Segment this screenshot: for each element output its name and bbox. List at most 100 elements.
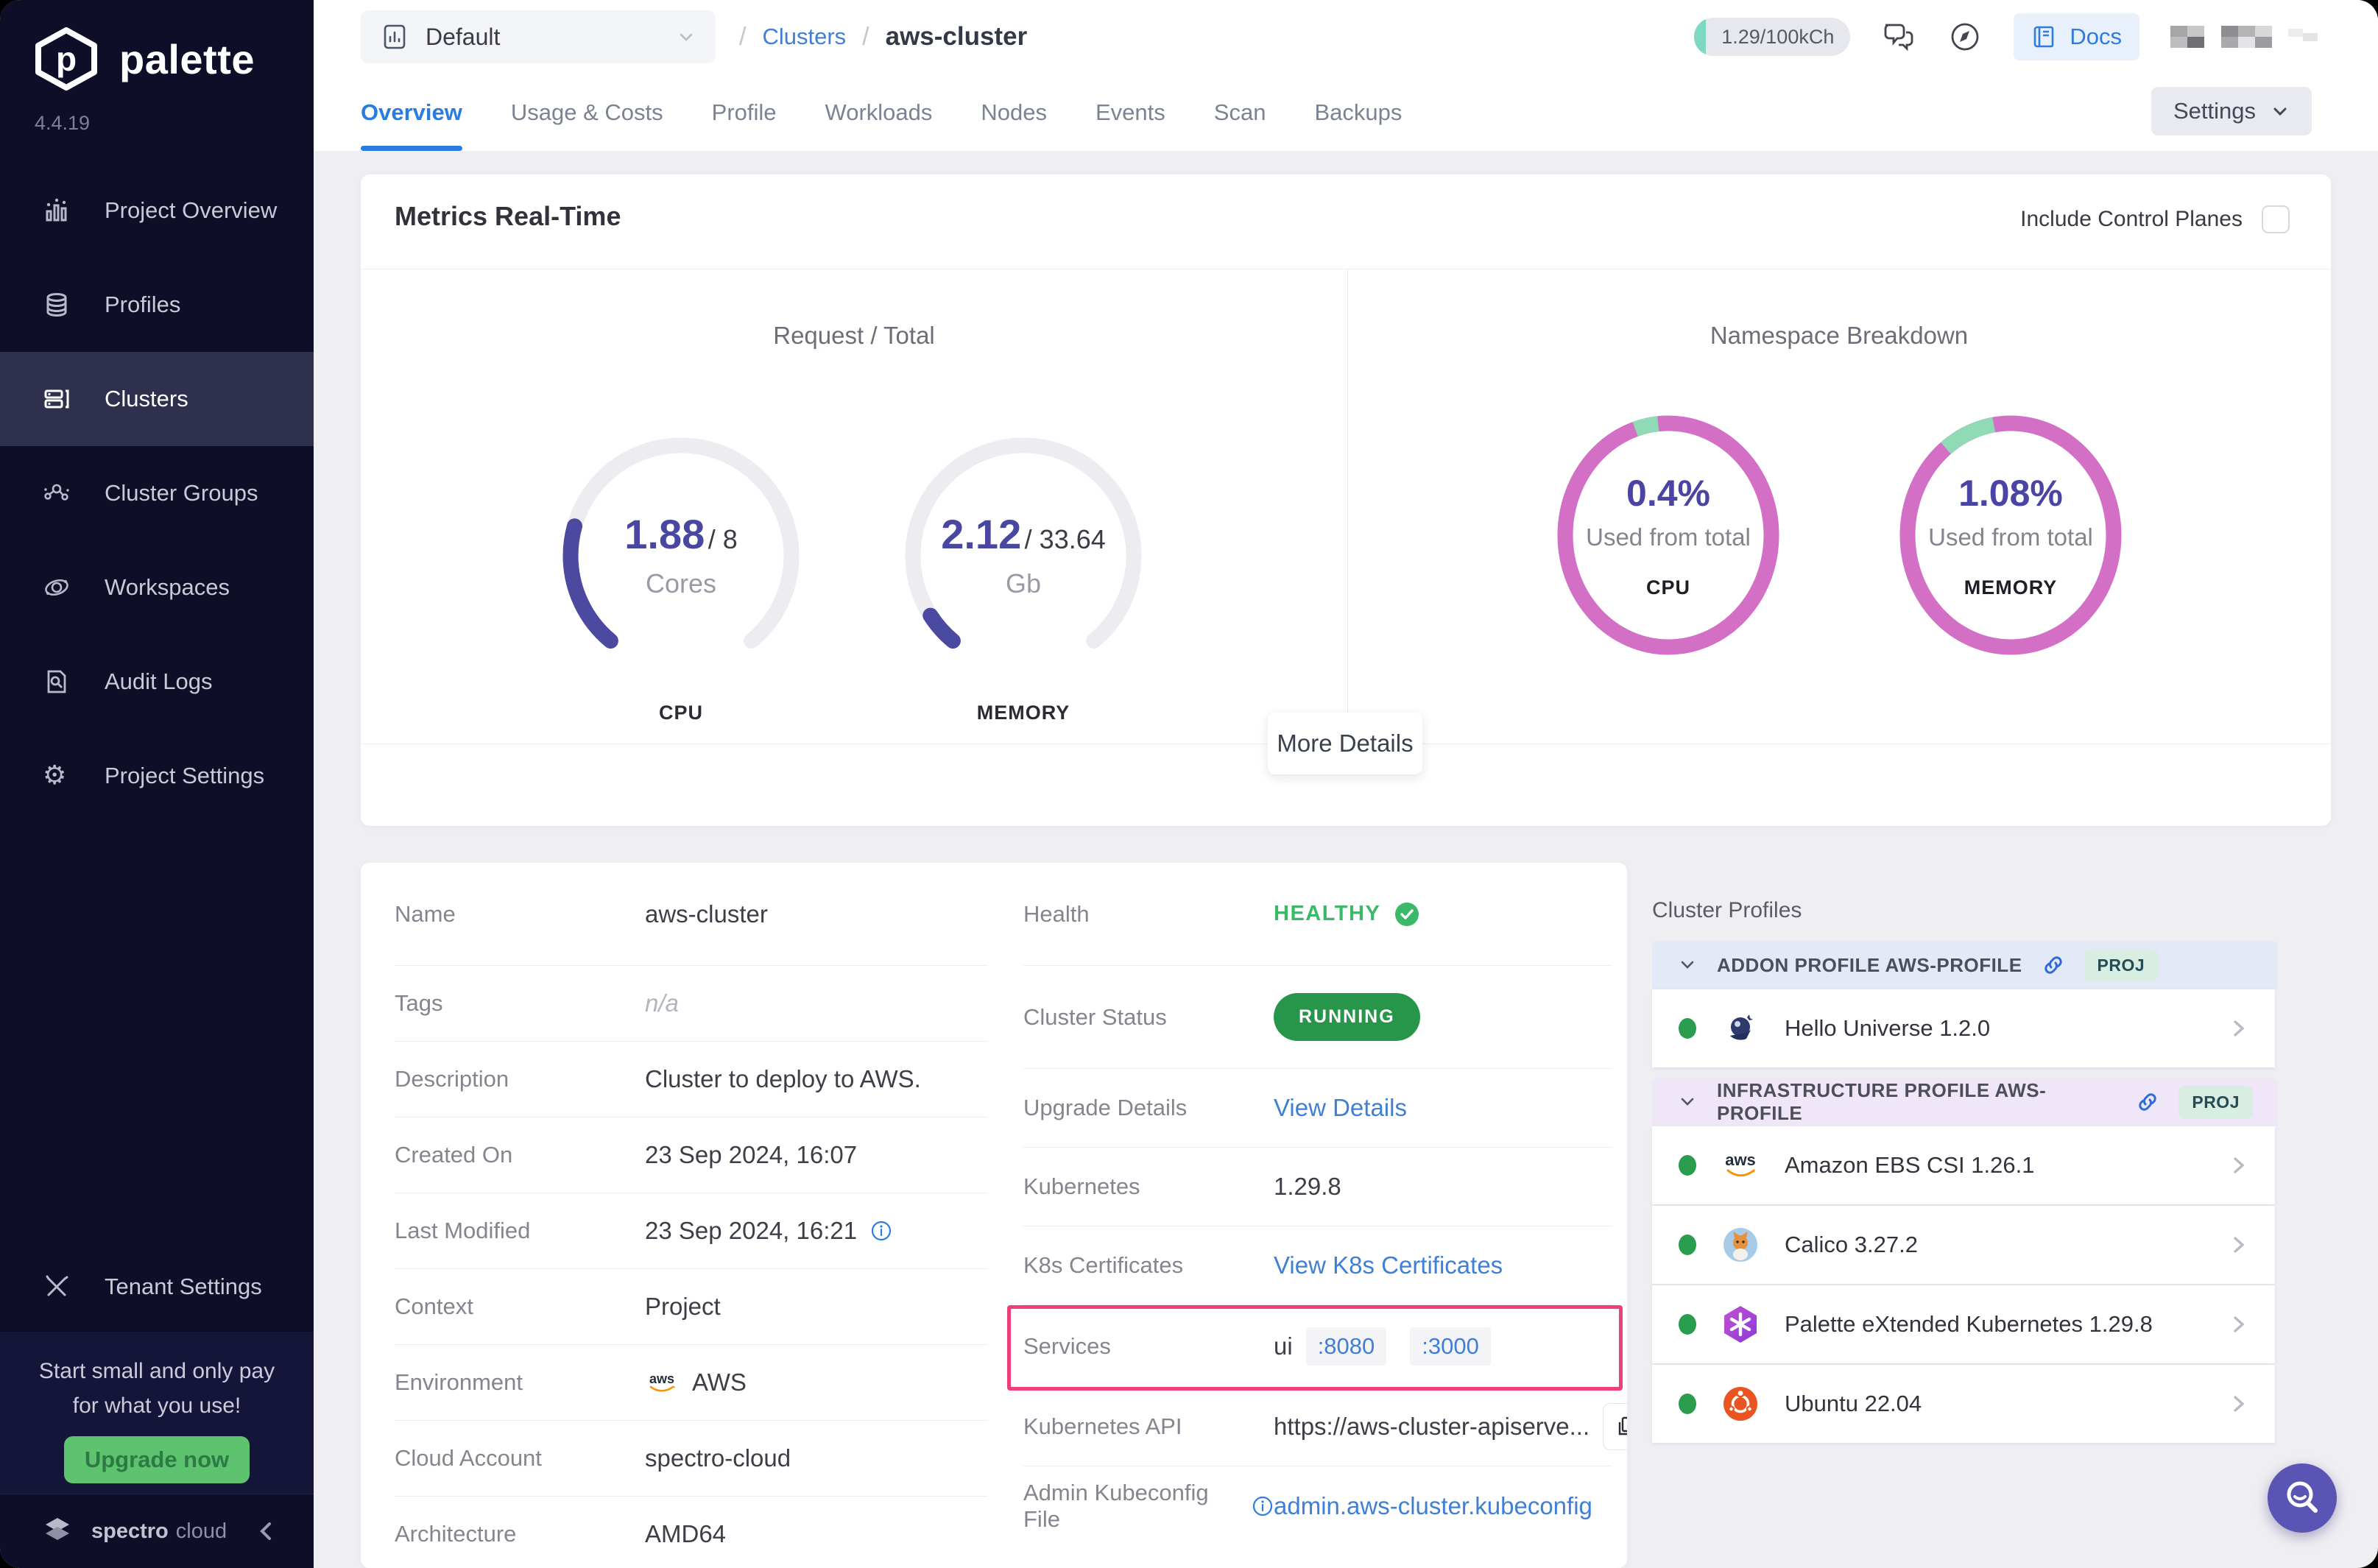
compass-tour-icon[interactable] (1947, 19, 1983, 54)
settings-button[interactable]: Settings (2151, 87, 2312, 135)
network-nodes-icon (43, 479, 71, 507)
profile-layer-ubuntu[interactable]: Ubuntu 22.04 (1652, 1365, 2275, 1443)
chevron-down-icon (676, 27, 696, 47)
sidebar-item-tenant-settings[interactable]: Tenant Settings (0, 1242, 314, 1332)
upsell-banner: Start small and only pay for what you us… (0, 1332, 314, 1494)
sidebar-item-label: Tenant Settings (105, 1274, 262, 1300)
description-value: Cluster to deploy to AWS. (645, 1065, 921, 1093)
cpu-gauge-label: CPU (548, 702, 814, 724)
chevron-down-icon[interactable] (1677, 955, 1698, 975)
chevron-down-icon[interactable] (1677, 1092, 1698, 1112)
upgrade-details-label: Upgrade Details (1023, 1095, 1274, 1121)
chat-feedback-icon[interactable] (1881, 19, 1916, 54)
brand-logo[interactable]: p palette (32, 25, 255, 93)
name-value: aws-cluster (645, 900, 768, 928)
addon-profile-header[interactable]: ADDON PROFILE AWS-PROFILE PROJ (1652, 941, 2278, 989)
info-icon[interactable] (1252, 1495, 1274, 1517)
settings-button-label: Settings (2173, 98, 2256, 124)
collapse-sidebar-icon[interactable] (256, 1516, 275, 1546)
tab-backups[interactable]: Backups (1314, 74, 1402, 151)
user-name-redacted[interactable] (2170, 20, 2340, 54)
sidebar-item-project-settings[interactable]: ⚙ Project Settings (0, 729, 314, 823)
status-dot-green (1679, 1394, 1696, 1414)
tab-usage-costs[interactable]: Usage & Costs (511, 74, 663, 151)
sidebar-item-label: Cluster Groups (105, 480, 258, 506)
detail-row-modified: Last Modified 23 Sep 2024, 16:21 (395, 1193, 988, 1269)
memory-gauge-label: MEMORY (891, 702, 1156, 724)
cloud-account-value: spectro-cloud (645, 1444, 791, 1472)
profile-layer-hello-universe[interactable]: Hello Universe 1.2.0 (1652, 989, 2275, 1067)
tab-nodes[interactable]: Nodes (981, 74, 1047, 151)
kubeconfig-download-link[interactable]: admin.aws-cluster.kubeconfig (1274, 1492, 1592, 1520)
infrastructure-profile-header[interactable]: INFRASTRUCTURE PROFILE AWS-PROFILE PROJ (1652, 1078, 2278, 1126)
svg-text:p: p (56, 40, 77, 78)
kubernetes-api-url: https://aws-cluster-apiserve... (1274, 1413, 1590, 1441)
service-port-8080-link[interactable]: :8080 (1306, 1327, 1387, 1366)
top-bar: Default / Clusters / aws-cluster 1.29/10… (314, 0, 2378, 74)
sidebar-item-profiles[interactable]: Profiles (0, 258, 314, 352)
services-label: Services (1023, 1333, 1274, 1360)
tab-events[interactable]: Events (1095, 74, 1165, 151)
created-on-value: 23 Sep 2024, 16:07 (645, 1141, 857, 1169)
status-dot-green (1679, 1155, 1696, 1176)
tab-profile[interactable]: Profile (712, 74, 777, 151)
profile-layer-calico[interactable]: Calico 3.27.2 (1652, 1206, 2275, 1284)
detail-row-environment: Environment aws AWS (395, 1345, 988, 1421)
include-control-planes-checkbox[interactable] (2262, 205, 2290, 233)
namespace-memory-percent: 1.08% (1893, 472, 2128, 515)
info-icon[interactable] (870, 1220, 892, 1242)
detail-row-status: Cluster Status RUNNING (1023, 966, 1612, 1069)
link-icon[interactable] (2136, 1090, 2159, 1114)
kubernetes-version-value: 1.29.8 (1274, 1173, 1341, 1201)
copy-icon[interactable] (1603, 1403, 1627, 1450)
usage-quota-pill: 1.29/100kCh (1694, 18, 1850, 56)
sidebar-item-project-overview[interactable]: Project Overview (0, 163, 314, 258)
sidebar-item-audit-logs[interactable]: Audit Logs (0, 635, 314, 729)
profile-layer-label: Calico 3.27.2 (1785, 1232, 1918, 1258)
profile-layer-amazon-ebs-csi[interactable]: aws Amazon EBS CSI 1.26.1 (1652, 1126, 2275, 1204)
project-selector-dropdown[interactable]: Default (361, 10, 716, 63)
check-circle-icon (1394, 901, 1420, 928)
include-control-planes-label: Include Control Planes (2020, 207, 2243, 232)
namespace-cpu-caption: Used from total (1550, 523, 1786, 551)
sidebar-item-cluster-groups[interactable]: Cluster Groups (0, 446, 314, 540)
context-value: Project (645, 1293, 721, 1321)
breadcrumb-clusters-link[interactable]: Clusters (762, 24, 846, 50)
sidebar-item-label: Workspaces (105, 574, 230, 601)
assistant-search-button[interactable] (2268, 1463, 2337, 1533)
detail-row-created: Created On 23 Sep 2024, 16:07 (395, 1117, 988, 1193)
created-on-label: Created On (395, 1142, 645, 1168)
detail-row-cloud-account: Cloud Account spectro-cloud (395, 1421, 988, 1497)
tab-workloads[interactable]: Workloads (825, 74, 933, 151)
footer-brand-light: cloud (176, 1519, 227, 1544)
service-port-3000-link[interactable]: :3000 (1410, 1327, 1491, 1366)
tab-overview[interactable]: Overview (361, 74, 462, 151)
kubernetes-label: Kubernetes (1023, 1173, 1274, 1200)
environment-value: aws AWS (645, 1369, 747, 1396)
addon-profile-name: ADDON PROFILE AWS-PROFILE (1717, 954, 2022, 977)
link-icon[interactable] (2042, 953, 2065, 977)
top-bar-actions: 1.29/100kCh Docs (1694, 0, 2340, 74)
docs-button[interactable]: Docs (2014, 13, 2139, 60)
more-details-button[interactable]: More Details (1268, 713, 1422, 774)
metrics-realtime-card: Metrics Real-Time Include Control Planes… (361, 174, 2331, 826)
status-badge: RUNNING (1274, 993, 1420, 1041)
memory-unit: Gb (891, 568, 1156, 599)
audit-log-icon (43, 668, 71, 696)
upgrade-now-button[interactable]: Upgrade now (64, 1436, 250, 1483)
detail-row-tags: Tags n/a (395, 966, 988, 1042)
service-name: ui (1274, 1332, 1293, 1360)
infrastructure-profile-name: INFRASTRUCTURE PROFILE AWS-PROFILE (1717, 1079, 2117, 1125)
orbit-icon (43, 573, 71, 601)
sidebar-item-clusters[interactable]: Clusters (0, 352, 314, 446)
detail-row-name: Name aws-cluster (395, 863, 988, 966)
tab-scan[interactable]: Scan (1214, 74, 1266, 151)
sidebar-item-workspaces[interactable]: Workspaces (0, 540, 314, 635)
memory-total-value: / 33.64 (1025, 524, 1106, 554)
view-details-link[interactable]: View Details (1274, 1094, 1407, 1122)
profile-layer-palette-extended-kubernetes[interactable]: Palette eXtended Kubernetes 1.29.8 (1652, 1285, 2275, 1363)
view-k8s-certificates-link[interactable]: View K8s Certificates (1274, 1251, 1503, 1279)
docs-button-label: Docs (2070, 24, 2122, 50)
chevron-right-icon (2229, 1312, 2248, 1337)
services-value: ui :8080 :3000 (1274, 1327, 1491, 1366)
